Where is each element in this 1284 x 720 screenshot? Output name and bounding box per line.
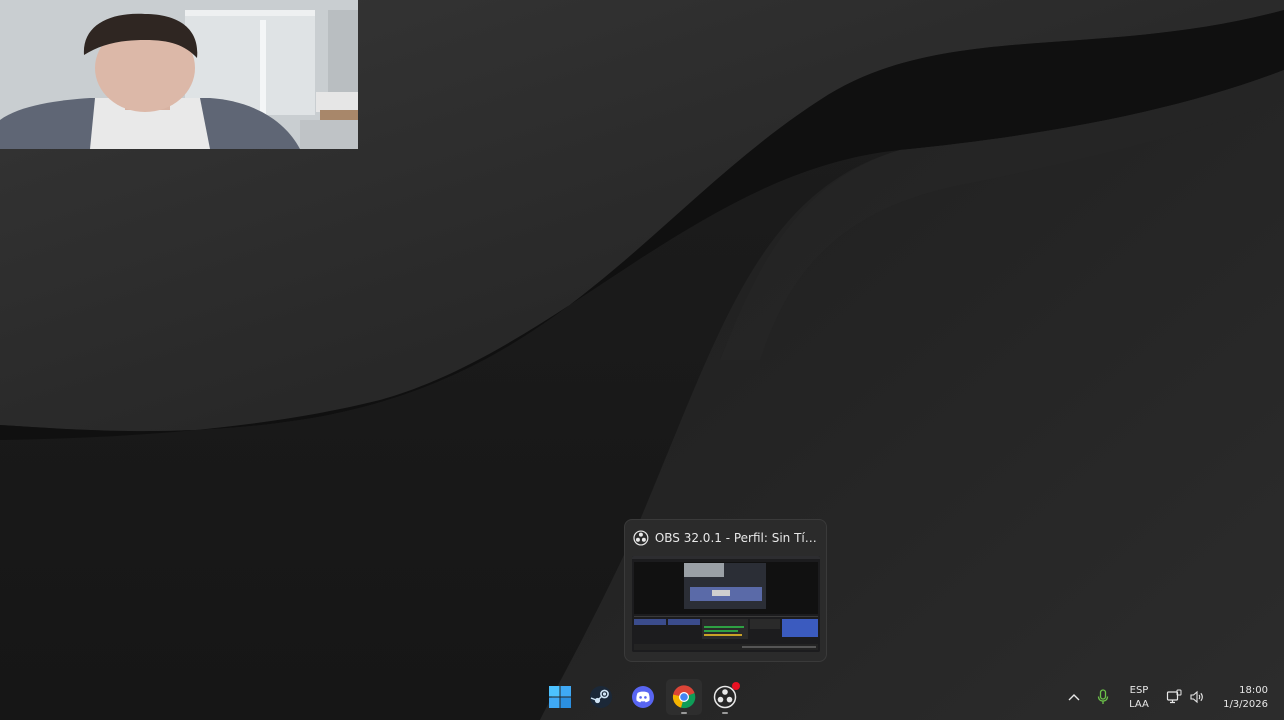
- obs-window-thumbnail: [632, 556, 820, 652]
- input-language-indicator[interactable]: ESP LAA: [1123, 684, 1155, 712]
- preview-window-title: OBS 32.0.1 - Perfil: Sin Títul...: [654, 531, 821, 545]
- notification-badge-icon: [732, 682, 740, 690]
- chrome-active-indicator: [681, 712, 687, 714]
- start-button[interactable]: [542, 679, 578, 715]
- chrome-icon: [672, 685, 696, 709]
- obs-icon: [633, 530, 649, 546]
- chevron-up-icon: [1068, 694, 1080, 701]
- system-clock[interactable]: 18:00 1/3/2026: [1212, 684, 1268, 712]
- show-hidden-icons-button[interactable]: [1064, 674, 1084, 720]
- speaker-icon: [1190, 690, 1203, 704]
- network-button[interactable]: [1164, 674, 1184, 720]
- taskbar-discord[interactable]: [625, 679, 661, 715]
- windows-logo-icon: [549, 686, 571, 708]
- microphone-icon: [1097, 689, 1109, 704]
- discord-icon: [632, 686, 654, 708]
- network-icon: [1166, 689, 1182, 704]
- taskbar-window-preview[interactable]: OBS 32.0.1 - Perfil: Sin Títul...: [624, 519, 827, 662]
- preview-header: OBS 32.0.1 - Perfil: Sin Títul...: [633, 529, 821, 547]
- desktop: OBS 32.0.1 - Perfil: Sin Títul... ESP LA…: [0, 0, 1284, 720]
- preview-thumbnail[interactable]: [632, 556, 820, 652]
- volume-button[interactable]: [1187, 674, 1207, 720]
- taskbar: ESP LAA 18:00 1/3/2026: [0, 674, 1284, 720]
- clock-date: 1/3/2026: [1223, 699, 1268, 710]
- taskbar-chrome[interactable]: [666, 679, 702, 715]
- microphone-in-use[interactable]: [1094, 674, 1112, 720]
- taskbar-obs[interactable]: [707, 679, 743, 715]
- keyboard-layout: LAA: [1129, 699, 1149, 710]
- webcam-overlay: [0, 0, 358, 149]
- language-code: ESP: [1129, 685, 1149, 696]
- obs-open-indicator: [722, 712, 728, 714]
- clock-time: 18:00: [1239, 685, 1268, 696]
- webcam-image: [0, 0, 358, 149]
- taskbar-steam[interactable]: [583, 679, 619, 715]
- steam-icon: [590, 686, 612, 708]
